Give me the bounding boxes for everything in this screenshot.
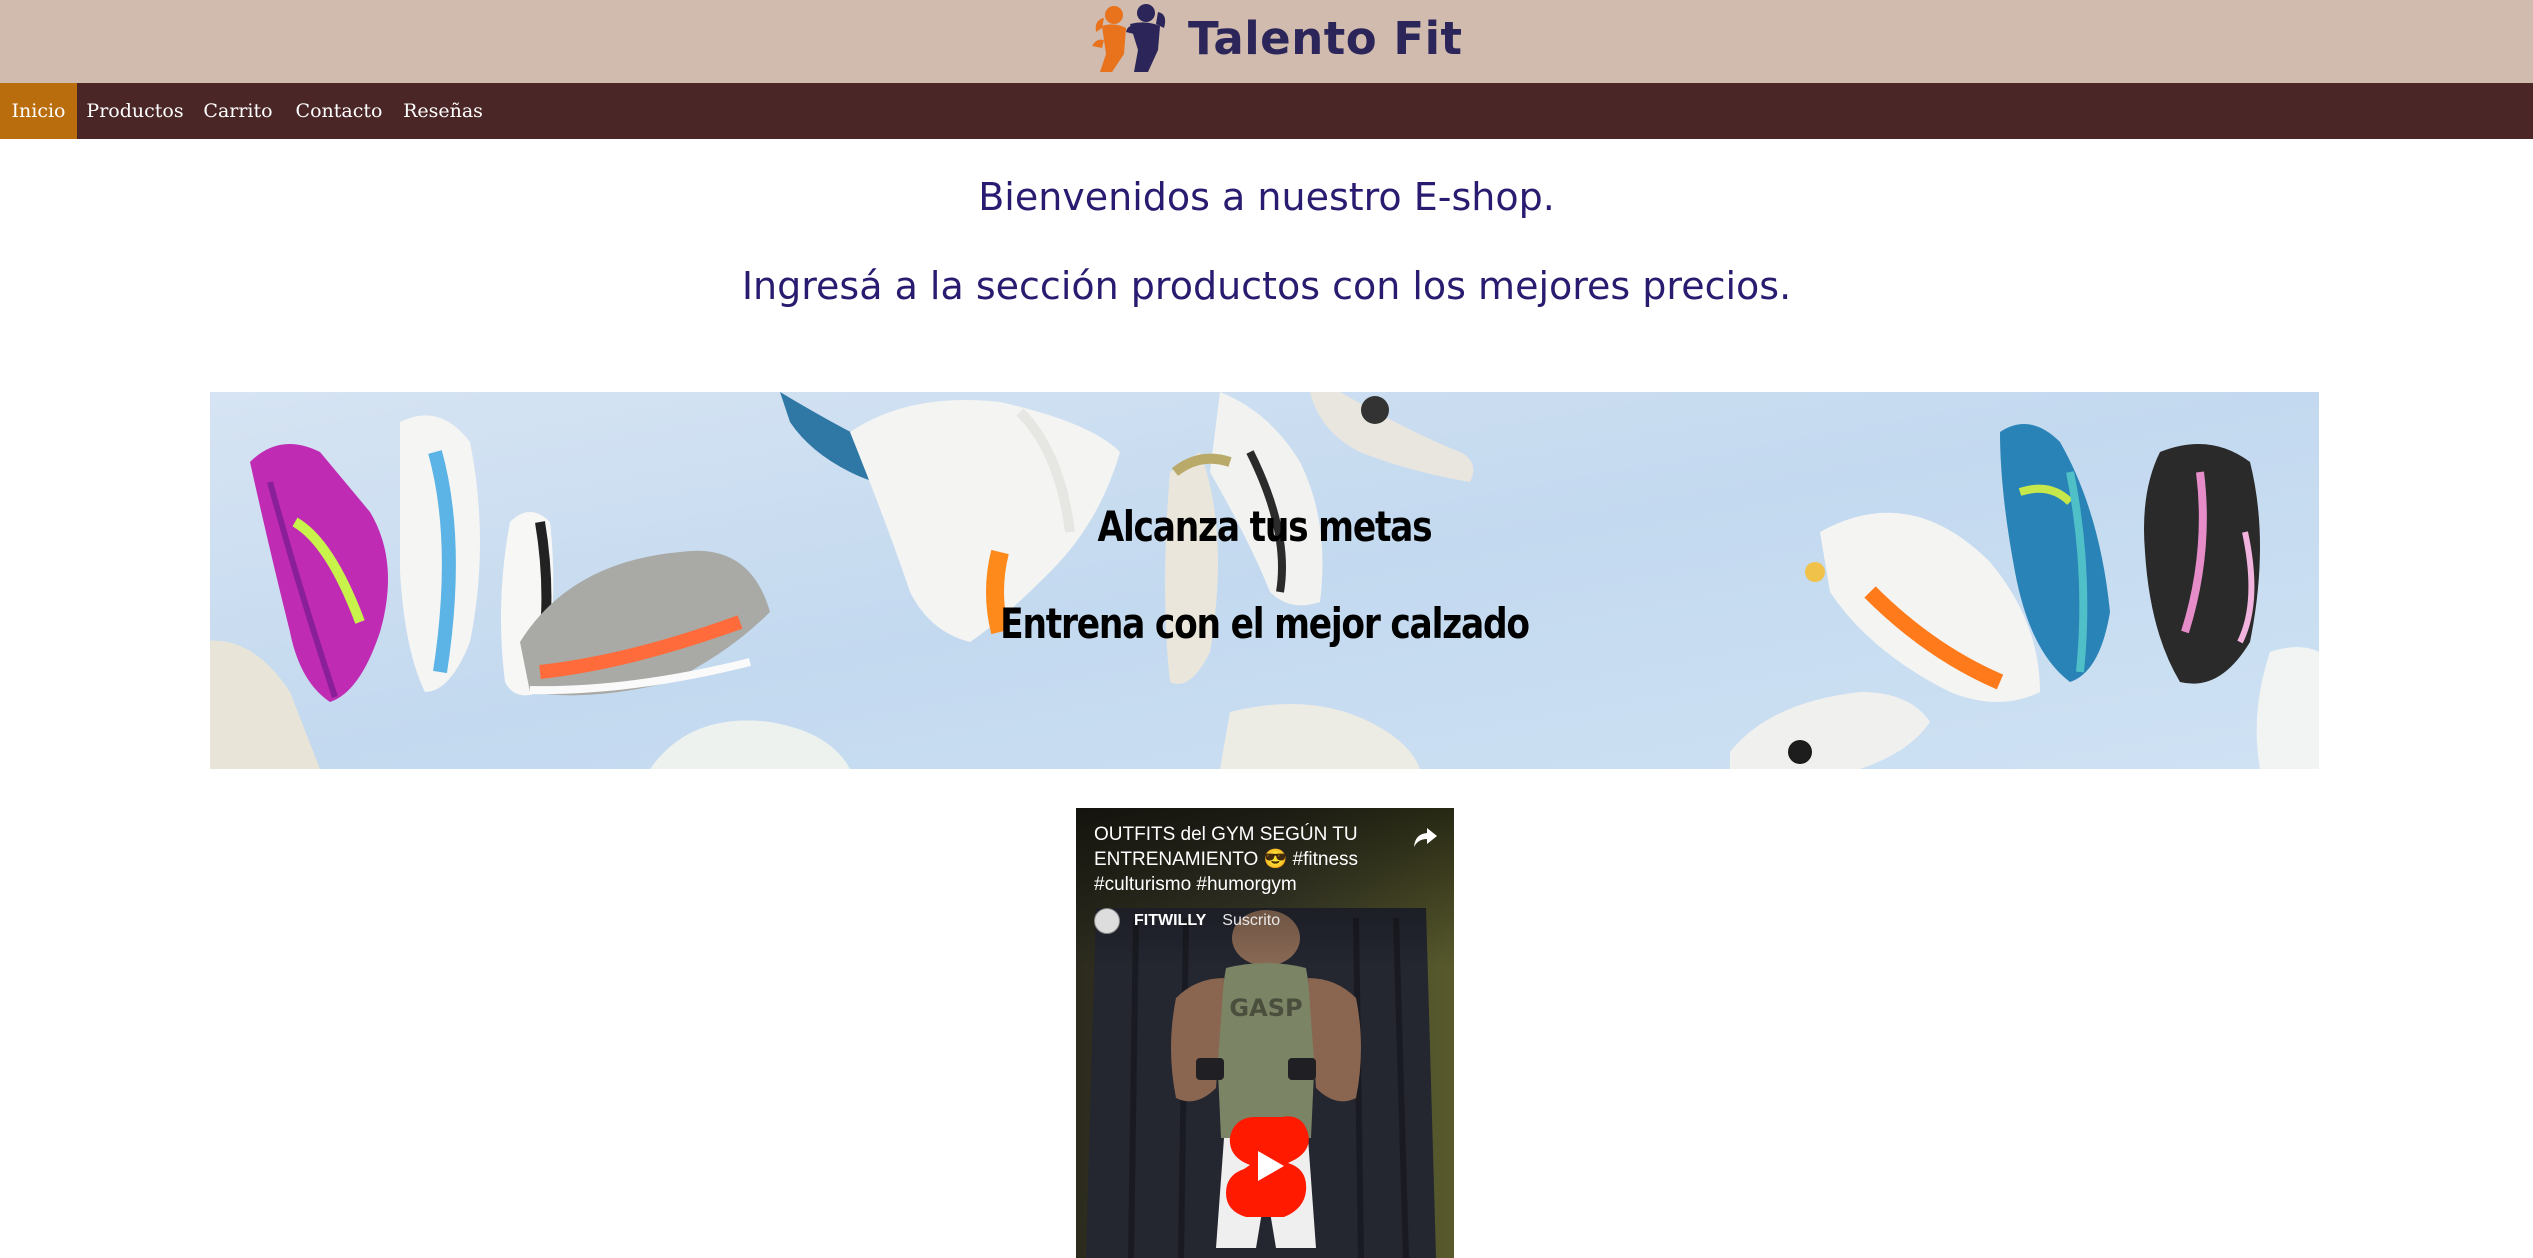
banner-headline: Alcanza tus metas xyxy=(1097,502,1433,551)
youtube-short-embed[interactable]: OUTFITS del GYM SEGÚN TU ENTRENAMIENTO 😎… xyxy=(1076,808,1454,1258)
brand[interactable]: Talento Fit xyxy=(1090,2,1463,74)
subscribe-status[interactable]: Suscrito xyxy=(1222,912,1280,930)
hero-banner: Alcanza tus metas Entrena con el mejor c… xyxy=(210,392,2319,769)
site-header: Talento Fit xyxy=(0,0,2533,83)
youtube-shorts-play-icon[interactable] xyxy=(1222,1113,1312,1219)
sneakers-banner-image xyxy=(210,392,2319,769)
shirt-text: GASP xyxy=(1229,994,1302,1022)
welcome-heading: Bienvenidos a nuestro E-shop. xyxy=(978,175,1555,219)
share-icon[interactable] xyxy=(1410,822,1440,852)
nav-item-resenas[interactable]: Reseñas xyxy=(402,83,484,139)
welcome-subheading: Ingresá a la sección productos con los m… xyxy=(741,264,1792,308)
fitness-couple-logo-icon xyxy=(1092,4,1166,72)
banner-subheadline: Entrena con el mejor calzado xyxy=(1000,599,1530,648)
channel-avatar[interactable] xyxy=(1094,908,1120,934)
channel-name[interactable]: FITWILLY xyxy=(1134,912,1206,930)
nav-item-inicio[interactable]: Inicio xyxy=(0,83,77,139)
brand-name: Talento Fit xyxy=(1188,11,1463,65)
main-nav: Inicio Productos Carrito Contacto Reseña… xyxy=(0,83,2533,139)
video-title[interactable]: OUTFITS del GYM SEGÚN TU ENTRENAMIENTO 😎… xyxy=(1094,822,1394,897)
shirt-print: GASP xyxy=(1229,994,1302,1022)
nav-item-productos[interactable]: Productos xyxy=(82,83,188,139)
nav-item-contacto[interactable]: Contacto xyxy=(294,83,384,139)
nav-item-carrito[interactable]: Carrito xyxy=(200,83,276,139)
video-channel[interactable]: FITWILLY Suscrito xyxy=(1094,908,1280,934)
